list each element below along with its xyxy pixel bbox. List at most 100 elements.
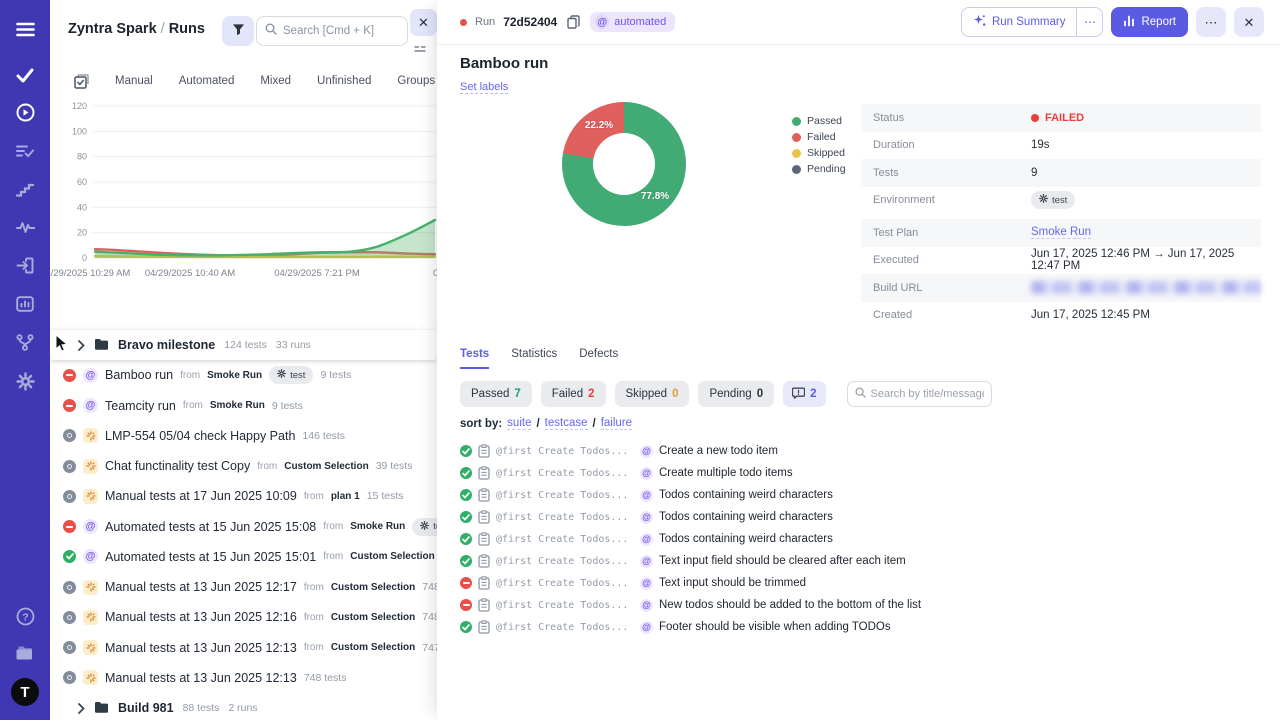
sort-by-failure[interactable]: failure [601, 417, 632, 430]
filter-pending-button[interactable]: Pending0 [698, 381, 774, 407]
filter-button[interactable] [222, 16, 254, 46]
menu-icon[interactable] [0, 14, 50, 44]
test-row[interactable]: @first Create Todos...@Text input field … [460, 550, 1260, 572]
projects-folder-icon[interactable] [0, 638, 50, 668]
tab-tests[interactable]: Tests [460, 348, 489, 369]
tab-defects[interactable]: Defects [579, 348, 618, 369]
run-list-item[interactable]: @Automated tests at 15 Jun 2025 15:08fro… [50, 512, 437, 542]
tab-statistics[interactable]: Statistics [511, 348, 557, 369]
chevron-right-icon[interactable] [78, 703, 85, 714]
run-list-item[interactable]: Manual tests at 17 Jun 2025 10:09frompla… [50, 481, 437, 511]
run-tests-count: 39 tests [376, 460, 413, 472]
reports-chart-icon[interactable] [0, 289, 50, 319]
run-list-item[interactable]: Manual tests at 13 Jun 2025 12:13748 tes… [50, 663, 437, 693]
info-row-created: CreatedJun 17, 2025 12:45 PM [861, 302, 1261, 330]
status-failed-icon [63, 520, 76, 533]
import-icon[interactable] [0, 250, 50, 280]
more-actions-button[interactable]: ⋯ [1196, 7, 1226, 37]
run-list-item[interactable]: Manual tests at 13 Jun 2025 12:13fromCus… [50, 633, 437, 663]
branch-icon[interactable] [0, 327, 50, 357]
test-title: Text input field should be cleared after… [659, 555, 906, 567]
comment-bubble-icon [792, 387, 805, 402]
run-summary-more-button[interactable]: ⋯ [1076, 8, 1102, 36]
manual-run-icon [83, 459, 98, 474]
info-label: Environment [873, 194, 1031, 206]
automated-icon: @ [640, 577, 653, 590]
help-icon[interactable]: ? [0, 601, 50, 631]
sort-by-suite[interactable]: suite [507, 417, 531, 430]
tab-mixed[interactable]: Mixed [260, 75, 291, 87]
test-plans-icon[interactable] [0, 136, 50, 166]
run-summary-button[interactable]: Run Summary [962, 8, 1077, 36]
automated-icon: @ [640, 533, 653, 546]
run-folder-row[interactable]: Bravo milestone124 tests33 runs [50, 330, 437, 360]
run-folder-row[interactable]: Build 98188 tests2 runs [50, 693, 437, 720]
test-search[interactable] [847, 381, 992, 407]
runs-search-input[interactable] [283, 25, 399, 37]
app-logo[interactable]: T [11, 678, 39, 706]
analytics-pulse-icon[interactable] [0, 212, 50, 242]
run-list-item[interactable]: Manual tests at 13 Jun 2025 12:17fromCus… [50, 572, 437, 602]
run-list-item[interactable]: Manual tests at 13 Jun 2025 12:16fromCus… [50, 602, 437, 632]
run-from-label: from [323, 521, 343, 532]
runs-play-icon[interactable] [0, 97, 50, 127]
test-search-input[interactable] [871, 388, 984, 400]
run-list-item[interactable]: @Bamboo runfromSmoke Runtest9 tests [50, 360, 437, 390]
settings-gear-icon[interactable] [0, 366, 50, 396]
run-list-item[interactable]: LMP-554 05/04 check Happy Path146 tests [50, 421, 437, 451]
runs-search[interactable] [256, 16, 408, 46]
close-detail-button[interactable]: ✕ [1234, 7, 1264, 37]
select-all-icon[interactable] [74, 74, 89, 89]
test-plan-link[interactable]: Smoke Run [1031, 226, 1091, 239]
run-plan-name: Custom Selection [331, 582, 415, 593]
test-row[interactable]: @first Create Todos...@Text input should… [460, 572, 1260, 594]
build-url-redacted [1031, 281, 1261, 294]
run-list-item[interactable]: Chat functinality test CopyfromCustom Se… [50, 451, 437, 481]
tab-manual[interactable]: Manual [115, 75, 153, 87]
run-list-item[interactable]: @Automated tests at 15 Jun 2025 15:01fro… [50, 542, 437, 572]
filter-skipped-button[interactable]: Skipped0 [615, 381, 690, 407]
sort-by-testcase[interactable]: testcase [545, 417, 588, 430]
chart-x-axis-labels: 04/29/2025 10:29 AM04/29/2025 10:40 AM04… [50, 268, 437, 282]
tab-unfinished[interactable]: Unfinished [317, 75, 371, 87]
run-list-item[interactable]: @Teamcity runfromSmoke Run9 tests [50, 391, 437, 421]
tab-automated[interactable]: Automated [179, 75, 235, 87]
test-row[interactable]: @first Create Todos...@Footer should be … [460, 616, 1260, 638]
run-tests-count: 15 tests [367, 490, 404, 502]
run-name: Bamboo run [105, 368, 173, 382]
filter-comments-button[interactable]: 2 [783, 381, 825, 407]
report-button[interactable]: Report [1111, 7, 1188, 37]
test-row[interactable]: @first Create Todos...@Todos containing … [460, 528, 1260, 550]
breadcrumb[interactable]: Zyntra Spark/Runs [68, 21, 205, 37]
report-label: Report [1141, 16, 1176, 28]
copy-run-id-button[interactable] [565, 13, 582, 31]
chevron-right-icon[interactable] [78, 340, 85, 351]
svg-text:60: 60 [77, 177, 87, 187]
tests-check-icon[interactable] [0, 60, 50, 90]
status-finished-icon [63, 581, 76, 594]
clipboard-icon [478, 510, 490, 524]
tab-groups[interactable]: Groups [397, 75, 435, 87]
filter-passed-button[interactable]: Passed7 [460, 381, 532, 407]
runs-toolbar: Zyntra Spark/Runs ✕ [50, 0, 437, 62]
legend-item: Pending [792, 161, 846, 177]
steps-icon[interactable] [0, 174, 50, 204]
test-title: Create a new todo item [659, 445, 778, 457]
test-row[interactable]: @first Create Todos...@Create multiple t… [460, 462, 1260, 484]
legend-item: Skipped [792, 145, 846, 161]
run-name: Teamcity run [105, 399, 176, 413]
test-row[interactable]: @first Create Todos...@Todos containing … [460, 484, 1260, 506]
automated-icon: @ [640, 555, 653, 568]
test-row[interactable]: @first Create Todos...@Create a new todo… [460, 440, 1260, 462]
run-detail-panel: Run 72d52404 @ automated Run Summary ⋯ R… [437, 0, 1280, 720]
collapse-panel-icon[interactable] [414, 40, 426, 58]
set-labels-link[interactable]: Set labels [460, 81, 508, 94]
test-row[interactable]: @first Create Todos...@Todos containing … [460, 506, 1260, 528]
legend-label: Pending [807, 163, 846, 175]
test-row[interactable]: @first Create Todos...@New todos should … [460, 594, 1260, 616]
breadcrumb-project[interactable]: Zyntra Spark [68, 21, 157, 37]
automated-badge[interactable]: @ automated [590, 12, 675, 32]
gear-icon [277, 369, 286, 381]
filter-failed-button[interactable]: Failed2 [541, 381, 606, 407]
panel-close-button[interactable]: ✕ [410, 9, 437, 36]
